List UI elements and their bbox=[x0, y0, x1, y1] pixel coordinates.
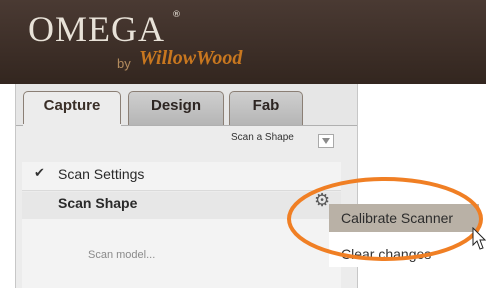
logo-by: by bbox=[117, 56, 131, 71]
logo-omega: OMEGA bbox=[28, 9, 165, 49]
logo-registered-mark: ® bbox=[172, 10, 181, 20]
context-menu: Calibrate Scanner Clear changes bbox=[329, 204, 479, 267]
app-header: OMEGA ® by WillowWood bbox=[0, 0, 486, 84]
menu-item-calibrate-scanner[interactable]: Calibrate Scanner bbox=[329, 204, 479, 232]
mouse-cursor-icon bbox=[472, 227, 486, 250]
logo-willowwood: WillowWood bbox=[139, 47, 243, 69]
menu-item-clear-changes[interactable]: Clear changes bbox=[329, 241, 479, 267]
panel-border bbox=[15, 84, 358, 288]
